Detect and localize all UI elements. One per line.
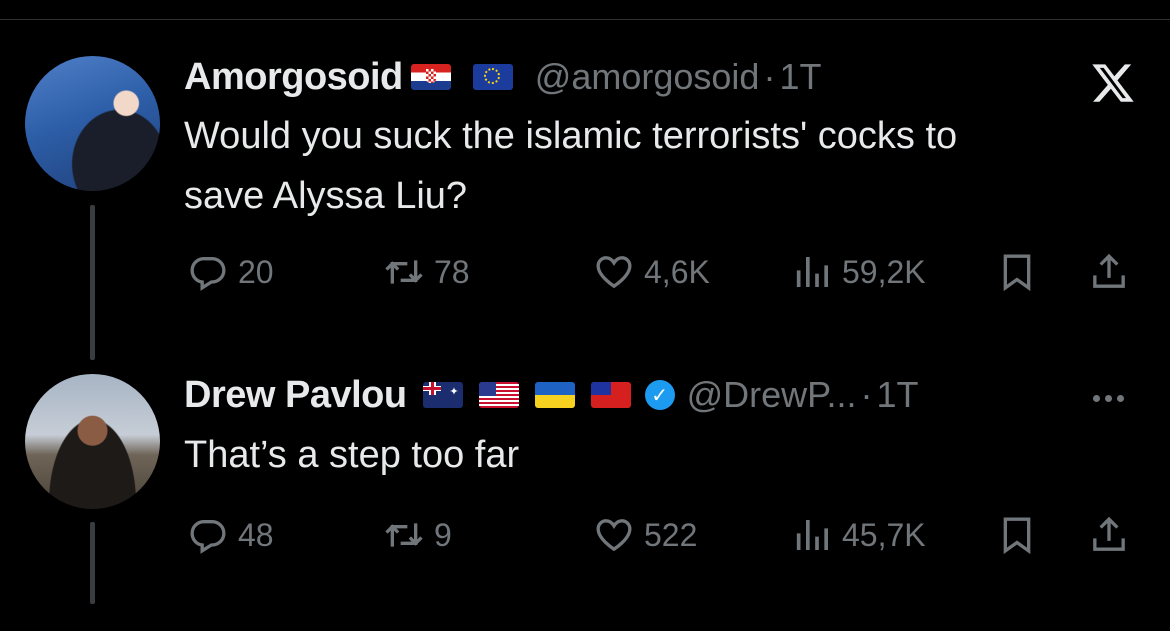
eu-flag-icon: [472, 64, 513, 90]
x-logo-icon[interactable]: [1085, 60, 1141, 106]
tweet-text: That’s a step too far: [184, 425, 519, 485]
share-button[interactable]: [1089, 515, 1129, 555]
tweet-text-line: That’s a step too far: [184, 434, 520, 476]
reply-count: 48: [238, 516, 274, 553]
heart-icon: [596, 256, 632, 289]
author-handle[interactable]: @DrewP...: [687, 374, 857, 416]
repost-button[interactable]: 9: [384, 515, 452, 555]
avatar-amorgosoid[interactable]: [25, 56, 160, 191]
usa-flag-icon: [478, 382, 519, 408]
bookmark-button[interactable]: [997, 252, 1037, 292]
heart-icon: [596, 519, 632, 552]
repost-icon: [385, 523, 423, 547]
tweet-header: Drew Pavlou ✓ @DrewP... · 1T: [184, 370, 919, 420]
bookmark-icon: [1003, 517, 1031, 555]
reply-icon: [190, 520, 226, 554]
views-count: 59,2K: [842, 253, 926, 290]
australia-flag-icon: [422, 382, 463, 408]
taiwan-flag-icon: [590, 382, 631, 408]
tweet-actions: 20 78 4,6K 59,2K: [184, 252, 1144, 292]
share-button[interactable]: [1089, 252, 1129, 292]
separator-dot: ·: [860, 374, 873, 415]
separator-dot: ·: [763, 56, 776, 97]
repost-button[interactable]: 78: [384, 252, 470, 292]
top-divider: [0, 19, 1170, 20]
like-count: 4,6K: [644, 253, 710, 290]
like-count: 522: [644, 516, 698, 553]
repost-icon: [385, 260, 423, 284]
author-handle[interactable]: @amorgosoid: [535, 56, 760, 98]
like-button[interactable]: 522: [594, 515, 697, 555]
tweet-header: Amorgosoid @amorgosoid · 1T: [184, 52, 821, 102]
tweet-text: Would you suck the islamic terrorists' c…: [184, 106, 957, 226]
tweet-text-line: Would you suck the islamic terrorists' c…: [184, 115, 958, 157]
tweet-time[interactable]: 1T: [779, 56, 821, 98]
ukraine-flag-icon: [534, 382, 575, 408]
reply-count: 20: [238, 253, 274, 290]
thread-line: [90, 522, 95, 604]
avatar-drew-pavlou[interactable]: [25, 374, 160, 509]
views-icon: [796, 520, 828, 550]
reply-icon: [190, 257, 226, 291]
views-icon: [796, 257, 828, 287]
bookmark-button[interactable]: [997, 515, 1037, 555]
bookmark-icon: [1003, 254, 1031, 292]
share-icon: [1093, 253, 1125, 288]
thread-line: [90, 205, 95, 360]
tweet-time[interactable]: 1T: [877, 374, 919, 416]
share-icon: [1093, 516, 1125, 551]
views-button[interactable]: 45,7K: [792, 515, 926, 555]
tweet-text-line: save Alyssa Liu?: [184, 175, 468, 217]
reply-button[interactable]: 48: [188, 515, 274, 555]
like-button[interactable]: 4,6K: [594, 252, 710, 292]
croatia-flag-icon: [410, 64, 451, 90]
verified-badge-icon: ✓: [644, 380, 675, 410]
repost-count: 9: [434, 516, 452, 553]
views-count: 45,7K: [842, 516, 926, 553]
author-name[interactable]: Amorgosoid: [184, 56, 403, 99]
author-name[interactable]: Drew Pavlou: [184, 374, 407, 417]
repost-count: 78: [434, 253, 470, 290]
reply-button[interactable]: 20: [188, 252, 274, 292]
more-icon[interactable]: [1093, 395, 1124, 402]
tweet-actions: 48 9 522 45,7K: [184, 515, 1144, 555]
views-button[interactable]: 59,2K: [792, 252, 926, 292]
